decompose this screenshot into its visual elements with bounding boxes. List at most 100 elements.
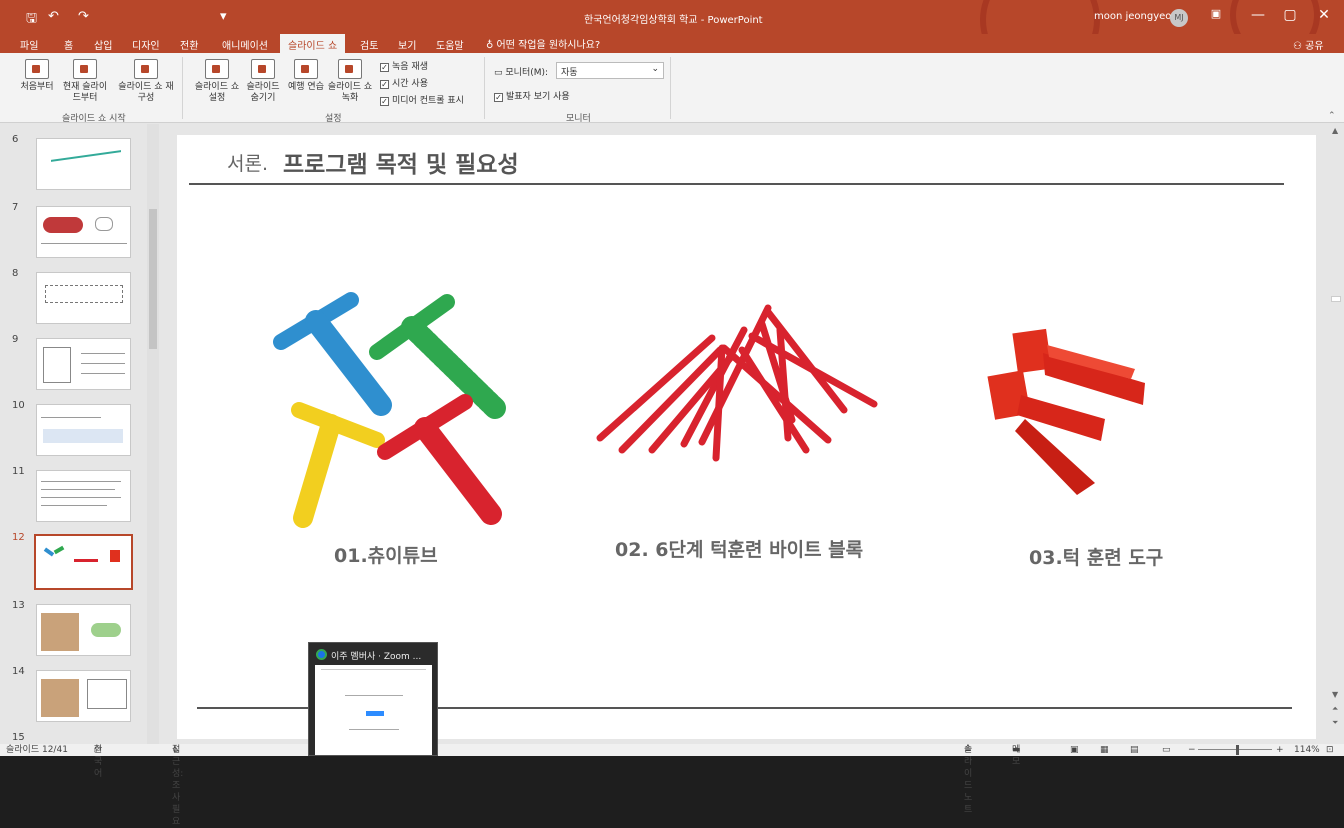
slideshow-current-icon: [73, 59, 97, 79]
thumb-number: 9: [12, 334, 19, 345]
play-narration-checkbox[interactable]: ✓ 녹음 재생: [380, 59, 428, 72]
tell-me-search[interactable]: ♁ 어떤 작업을 원하시나요?: [486, 36, 600, 51]
previous-slide-icon[interactable]: ⏶: [1332, 704, 1338, 714]
thumb-line: [41, 417, 101, 418]
thumb-number: 12: [12, 532, 25, 543]
customize-icon[interactable]: ▾: [220, 9, 227, 24]
thumb-line: [41, 243, 127, 244]
slideshow-view-icon[interactable]: ▭: [1162, 744, 1171, 756]
monitor-select[interactable]: 자동 ⌄: [556, 62, 664, 79]
thumb-line: [81, 353, 125, 354]
thumb-line: [41, 505, 107, 506]
taskbar-preview-popup[interactable]: 이주 멤버사 · Zoom ...: [308, 642, 438, 756]
collapse-ribbon-icon[interactable]: ⌃: [1328, 111, 1336, 121]
scrollbar-thumb[interactable]: [149, 209, 157, 349]
slide-thumbnail[interactable]: [36, 670, 131, 722]
tab-view[interactable]: 보기: [398, 37, 416, 52]
tab-home[interactable]: 홈: [64, 37, 73, 52]
slide-thumbnail[interactable]: [36, 138, 131, 190]
thumb-graphic: [95, 217, 113, 231]
setup-show-button[interactable]: 슬라이드 쇼 설정: [192, 59, 242, 104]
slide-thumbnail-active[interactable]: [34, 534, 133, 590]
zoom-slider[interactable]: [1198, 749, 1272, 750]
zoom-slider-handle[interactable]: [1236, 745, 1239, 755]
tab-animations[interactable]: 애니메이션: [222, 37, 268, 52]
document-title: 한국언어청각임상학회 학교 - PowerPoint: [584, 15, 763, 26]
presenter-view-label: 발표자 보기 사용: [506, 92, 570, 102]
ribbon-display-icon[interactable]: ▣: [1206, 7, 1226, 20]
jaw-tool-top: [1012, 328, 1145, 405]
thumb-graphic: [41, 613, 79, 651]
slide-sorter-icon[interactable]: ▦: [1100, 744, 1109, 756]
hide-slide-label: 슬라이드 숨기기: [246, 82, 280, 103]
slide-thumbnail[interactable]: [36, 470, 131, 522]
from-current-button[interactable]: 현재 슬라이드부터: [60, 59, 110, 104]
zoom-out-icon[interactable]: −: [1188, 744, 1196, 756]
minimize-button[interactable]: —: [1248, 7, 1268, 23]
slide-thumbnail[interactable]: [36, 272, 131, 324]
tab-file[interactable]: 파일: [20, 37, 38, 52]
scroll-up-icon[interactable]: ▲: [1332, 126, 1338, 135]
thumb-graphic: [43, 347, 71, 383]
presenter-view-checkbox[interactable]: ✓ 발표자 보기 사용: [494, 89, 570, 102]
custom-show-button[interactable]: 슬라이드 쇼 재구성: [118, 59, 174, 104]
fit-to-window-icon[interactable]: ⊡: [1326, 744, 1334, 756]
scrollbar-thumb[interactable]: [1331, 296, 1341, 302]
tab-slideshow[interactable]: 슬라이드 쇼: [280, 34, 346, 53]
redo-icon[interactable]: ↷: [78, 9, 89, 24]
normal-view-icon[interactable]: ▣: [1070, 744, 1079, 756]
jaw-tool-bottom: [987, 370, 1105, 495]
thumb-graphic: [87, 679, 127, 709]
preview-line: [345, 695, 403, 696]
tab-review[interactable]: 검토: [360, 37, 378, 52]
preview-thumbnail: [315, 665, 432, 755]
rehearse-button[interactable]: 예행 연습: [288, 59, 324, 93]
thumbnail-scrollbar[interactable]: [147, 124, 159, 744]
slide-scrollbar[interactable]: ▲ ▼ ⏶ ⏷: [1328, 124, 1344, 744]
hide-slide-button[interactable]: 슬라이드 숨기기: [242, 59, 284, 104]
monitor-label: ▭ 모니터(M):: [494, 65, 548, 78]
chevron-down-icon: ⌄: [651, 64, 659, 74]
avatar[interactable]: MJ: [1170, 9, 1188, 27]
from-beginning-label: 처음부터: [20, 82, 54, 92]
tell-me-text: 어떤 작업을 원하시나요?: [496, 40, 601, 51]
maximize-button[interactable]: ▢: [1280, 7, 1300, 23]
next-slide-icon[interactable]: ⏷: [1332, 718, 1338, 728]
thumb-graphic: [91, 623, 121, 637]
media-controls-checkbox[interactable]: ✓ 미디어 컨트롤 표시: [380, 93, 464, 106]
ribbon-tabs: 파일 홈 삽입 디자인 전환 애니메이션 슬라이드 쇼 검토 보기 도움말 ♁ …: [0, 34, 1344, 53]
slide-thumbnail[interactable]: [36, 206, 131, 258]
share-button[interactable]: ⚇ 공유: [1293, 37, 1324, 52]
share-icon: ⚇: [1293, 41, 1302, 52]
slide-thumbnail[interactable]: [36, 404, 131, 456]
bite-block-sticks: [596, 304, 878, 462]
zoom-in-icon[interactable]: +: [1276, 744, 1284, 756]
record-button[interactable]: 슬라이드 쇼 녹화: [326, 59, 374, 104]
close-button[interactable]: ✕: [1314, 7, 1334, 23]
use-timings-checkbox[interactable]: ✓ 시간 사용: [380, 76, 428, 89]
from-beginning-button[interactable]: 처음부터: [14, 59, 60, 93]
slide-counter: 슬라이드 12/41: [6, 745, 68, 755]
scroll-down-icon[interactable]: ▼: [1332, 690, 1338, 699]
undo-icon[interactable]: ↶: [48, 9, 59, 24]
tab-help[interactable]: 도움말: [436, 37, 464, 52]
slide-thumbnail[interactable]: [36, 604, 131, 656]
blue-chewy-tube: [273, 292, 392, 416]
group-separator: [484, 57, 485, 119]
caption-chewy-tube: 01.츄이튜브: [334, 545, 438, 567]
tab-transitions[interactable]: 전환: [180, 37, 198, 52]
reading-view-icon[interactable]: ▤: [1130, 744, 1139, 756]
tab-design[interactable]: 디자인: [132, 37, 160, 52]
thumb-graphic: [43, 217, 83, 233]
slide-thumbnail[interactable]: [36, 338, 131, 390]
thumb-graphic: [74, 552, 98, 562]
monitor-select-value: 자동: [561, 68, 578, 78]
zoom-level[interactable]: 114%: [1294, 744, 1320, 756]
user-name[interactable]: moon jeongyeon: [1094, 11, 1178, 22]
lightbulb-icon: ♁: [486, 40, 494, 51]
tab-insert[interactable]: 삽입: [94, 37, 112, 52]
accessibility-label: 접근성: 조사 필요: [172, 745, 184, 827]
monitor-icon: ▭: [494, 68, 503, 78]
save-icon[interactable]: 🖫: [26, 9, 37, 31]
green-chewy-tube: [369, 294, 508, 421]
